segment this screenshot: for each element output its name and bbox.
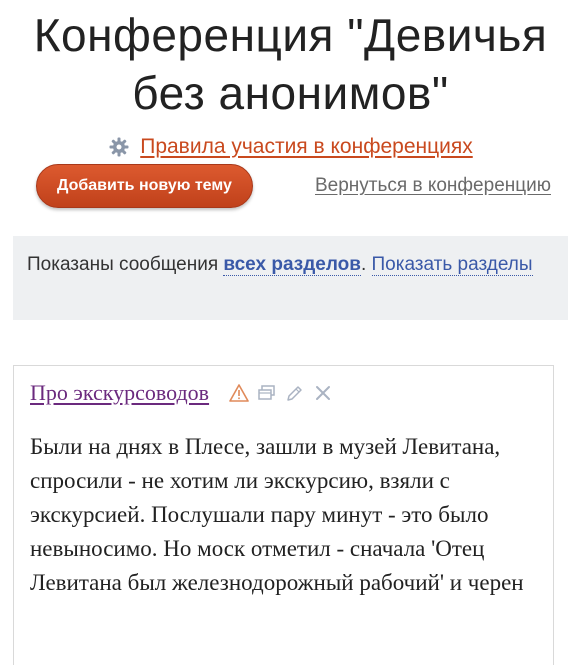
post-card: Про экскурсоводов Были на днях в Плесе, … [13, 365, 554, 665]
title-line-1: Конференция "Девичья [33, 9, 548, 61]
add-topic-button[interactable]: Добавить новую тему [36, 164, 253, 208]
title-line-2: без анонимов" [132, 67, 449, 119]
rules-link[interactable]: Правила участия в конференциях [140, 135, 473, 159]
warning-icon[interactable] [229, 383, 249, 403]
all-sections-link[interactable]: всех разделов [223, 254, 361, 276]
post-header: Про экскурсоводов [30, 378, 537, 408]
post-title-link[interactable]: Про экскурсоводов [30, 380, 209, 406]
new-window-icon[interactable] [257, 383, 277, 403]
notice-period: . [360, 254, 372, 275]
show-sections-link[interactable]: Показать разделы [371, 254, 533, 276]
post-body: Были на днях в Плесе, зашли в музей Леви… [30, 434, 524, 595]
edit-pencil-icon[interactable] [285, 383, 305, 403]
sections-notice: Показаны сообщения всех разделов. Показа… [13, 236, 568, 320]
rules-row: Правила участия в конференциях [0, 132, 581, 162]
delete-icon[interactable] [313, 383, 333, 403]
conference-title: Конференция "Девичья без анонимов" [0, 0, 581, 122]
notice-prefix: Показаны сообщения [27, 254, 224, 275]
back-to-conference-link[interactable]: Вернуться в конференцию [315, 175, 551, 197]
gear-icon [108, 136, 130, 158]
actions-row: Добавить новую тему Вернуться в конферен… [36, 164, 551, 208]
